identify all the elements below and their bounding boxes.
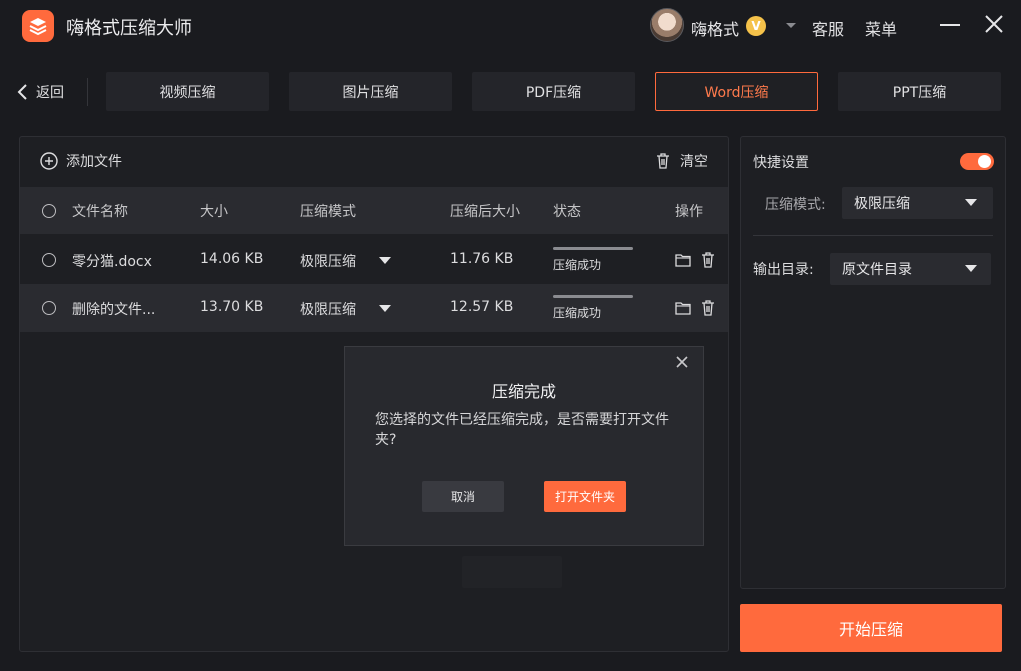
toggle-knob bbox=[978, 155, 991, 168]
folder-icon[interactable] bbox=[674, 299, 692, 317]
compress-mode-value: 极限压缩 bbox=[854, 196, 910, 212]
output-dir-value: 原文件目录 bbox=[842, 262, 912, 278]
close-icon[interactable] bbox=[674, 354, 690, 370]
table-row: 零分猫.docx 14.06 KB 极限压缩 11.76 KB 压缩成功 bbox=[20, 236, 728, 284]
dialog-title: 压缩完成 bbox=[491, 382, 556, 401]
caret-down-icon[interactable] bbox=[379, 257, 391, 264]
compressed-size: 12.57 KB bbox=[450, 299, 514, 315]
menu-link[interactable]: 菜单 bbox=[865, 16, 897, 40]
add-file-label: 添加文件 bbox=[66, 154, 122, 170]
quick-settings-label: 快捷设置 bbox=[753, 155, 809, 171]
file-name: 零分猫.docx bbox=[72, 254, 152, 270]
caret-down-icon[interactable] bbox=[379, 305, 391, 312]
clear-button[interactable]: 清空 bbox=[654, 150, 708, 172]
tab-word[interactable]: Word压缩 bbox=[655, 72, 818, 111]
output-dir-select[interactable]: 原文件目录 bbox=[830, 253, 991, 285]
caret-down-icon bbox=[965, 265, 977, 272]
app-title: 嗨格式压缩大师 bbox=[66, 18, 192, 39]
tab-ppt[interactable]: PPT压缩 bbox=[838, 72, 1001, 111]
file-name: 删除的文件... bbox=[72, 302, 156, 318]
add-file-button[interactable]: 添加文件 bbox=[40, 150, 122, 172]
status-text: 压缩成功 bbox=[553, 258, 602, 272]
table-header: 文件名称 大小 压缩模式 压缩后大小 状态 操作 bbox=[20, 187, 728, 234]
username[interactable]: 嗨格式 bbox=[691, 16, 739, 40]
table-row: 删除的文件... 13.70 KB 极限压缩 12.57 KB 压缩成功 bbox=[20, 284, 728, 332]
trash-icon bbox=[657, 153, 669, 169]
mode-dropdown[interactable]: 极限压缩 bbox=[300, 299, 356, 319]
app-logo bbox=[22, 10, 54, 42]
progress-bar bbox=[553, 247, 633, 250]
col-actions: 操作 bbox=[675, 204, 703, 220]
open-folder-button[interactable]: 打开文件夹 bbox=[544, 481, 626, 512]
customer-service-link[interactable]: 客服 bbox=[812, 16, 844, 40]
divider bbox=[753, 235, 993, 236]
cancel-button[interactable]: 取消 bbox=[422, 481, 504, 512]
back-label: 返回 bbox=[36, 85, 64, 101]
hidden-button bbox=[462, 556, 562, 588]
mode-dropdown[interactable]: 极限压缩 bbox=[300, 251, 356, 271]
col-compressed-size: 压缩后大小 bbox=[450, 204, 520, 220]
chevron-down-icon[interactable] bbox=[784, 18, 798, 32]
file-size: 13.70 KB bbox=[200, 299, 264, 315]
compressed-size: 11.76 KB bbox=[450, 251, 514, 267]
tab-pdf[interactable]: PDF压缩 bbox=[472, 72, 635, 111]
output-dir-label: 输出目录: bbox=[753, 262, 814, 278]
tab-video[interactable]: 视频压缩 bbox=[106, 72, 269, 111]
clear-label: 清空 bbox=[680, 154, 708, 170]
col-mode: 压缩模式 bbox=[300, 204, 356, 220]
trash-icon[interactable] bbox=[699, 299, 717, 317]
layers-icon bbox=[29, 18, 47, 36]
trash-icon[interactable] bbox=[699, 251, 717, 269]
row-select-radio[interactable] bbox=[42, 301, 56, 315]
compress-mode-select[interactable]: 极限压缩 bbox=[842, 187, 993, 219]
nav-divider bbox=[87, 78, 88, 106]
file-size: 14.06 KB bbox=[200, 251, 264, 267]
avatar[interactable] bbox=[650, 8, 684, 42]
chevron-left-icon bbox=[17, 84, 27, 100]
caret-down-icon bbox=[965, 199, 977, 206]
progress-bar bbox=[553, 295, 633, 298]
plus-circle-icon bbox=[40, 152, 58, 170]
close-window-icon[interactable] bbox=[984, 14, 1004, 34]
mode-label: 压缩模式: bbox=[765, 197, 826, 213]
col-size: 大小 bbox=[200, 204, 228, 220]
col-name: 文件名称 bbox=[72, 204, 128, 220]
dialog-message: 您选择的文件已经压缩完成，是否需要打开文件夹? bbox=[375, 412, 669, 448]
start-compress-button[interactable]: 开始压缩 bbox=[740, 604, 1002, 652]
col-status: 状态 bbox=[553, 204, 581, 220]
select-all-radio[interactable] bbox=[42, 204, 56, 218]
row-select-radio[interactable] bbox=[42, 253, 56, 267]
minimize-button[interactable] bbox=[940, 24, 960, 26]
tab-image[interactable]: 图片压缩 bbox=[289, 72, 452, 111]
back-button[interactable]: 返回 bbox=[16, 80, 64, 104]
vip-badge: V bbox=[746, 16, 766, 36]
folder-icon[interactable] bbox=[674, 251, 692, 269]
status-text: 压缩成功 bbox=[553, 306, 602, 320]
